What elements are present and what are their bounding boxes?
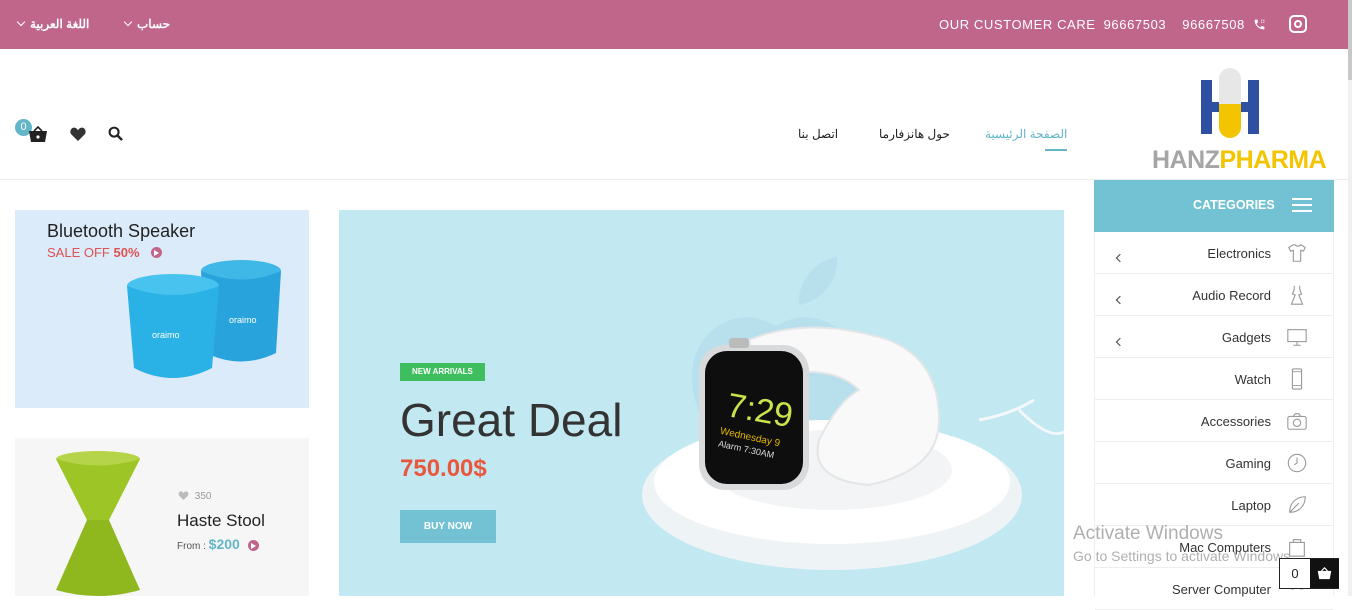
search-icon[interactable]	[108, 126, 123, 141]
category-label: Audio Record	[1192, 288, 1271, 303]
category-gaming[interactable]: Gaming	[1095, 442, 1333, 484]
hamburger-menu-icon[interactable]	[1292, 198, 1312, 212]
language-label: اللغة العربية	[30, 17, 90, 31]
category-label: Accessories	[1200, 414, 1271, 429]
page-scrollbar[interactable]	[1348, 0, 1352, 596]
cart-icon[interactable]	[28, 126, 48, 143]
leaf-icon	[1289, 496, 1306, 513]
chevron-left-icon[interactable]	[1115, 253, 1125, 263]
chevron-down-icon	[123, 17, 133, 27]
category-watch[interactable]: Watch	[1095, 358, 1333, 400]
speaker-brand-text: oraimo	[152, 330, 180, 340]
phone-icon	[1291, 368, 1303, 390]
basket-icon	[1317, 567, 1332, 580]
category-audio-record[interactable]: Audio Record	[1095, 274, 1333, 316]
categories-title: CATEGORIES	[1193, 198, 1275, 212]
clock-icon	[1287, 453, 1307, 473]
account-menu[interactable]: حساب	[123, 17, 171, 31]
camera-icon	[1287, 413, 1307, 430]
product-name: Haste Stool	[177, 511, 265, 530]
logo-wordmark: HANZPHARMA	[1152, 146, 1327, 175]
bluetooth-speaker-banner[interactable]: Bluetooth Speaker SALE OFF 50% oraimo or…	[15, 210, 309, 408]
buy-now-button[interactable]: BUY NOW	[400, 510, 496, 543]
floating-cart-count: 0	[1291, 566, 1299, 581]
chevron-left-icon[interactable]	[1115, 337, 1125, 347]
tshirt-icon	[1288, 243, 1306, 262]
hero-price: 750.00$	[400, 455, 487, 482]
nav-home[interactable]: الصفحة الرئيسية	[985, 127, 1068, 151]
heart-icon	[178, 491, 189, 500]
floating-cart-button[interactable]	[1310, 559, 1339, 588]
language-selector[interactable]: اللغة العربية	[16, 17, 90, 31]
hero-title: Great Deal	[400, 394, 623, 446]
phone-number-1[interactable]: 96667503	[1104, 17, 1167, 32]
logo-part-pharma: PHARMA	[1219, 146, 1327, 174]
nav-about-hanzpharma[interactable]: حول هانزفارما	[879, 127, 950, 141]
phone-number-2[interactable]: 96667508	[1182, 17, 1245, 32]
account-label: حساب	[137, 17, 171, 31]
stool-product-image	[56, 451, 140, 596]
arrow-circle-icon[interactable]	[151, 247, 163, 259]
activate-windows-title: Activate Windows	[1073, 523, 1223, 544]
top-bar: اللغة العربية حساب OUR CUSTOMER CARE 966…	[0, 0, 1348, 49]
hero-slider[interactable]: NEW ARRIVALS Great Deal 750.00$ BUY NOW …	[339, 210, 1064, 596]
likes-count: 350	[178, 491, 211, 502]
product-price: From : $200	[177, 536, 259, 552]
category-laptop[interactable]: Laptop	[1095, 484, 1333, 526]
category-label: Gadgets	[1221, 330, 1271, 345]
speaker-product-image: oraimo oraimo	[127, 260, 281, 378]
logo-part-hanz: HANZ	[1152, 146, 1220, 174]
category-label: Electronics	[1207, 246, 1271, 261]
category-label: Laptop	[1231, 498, 1271, 513]
price-prefix: From :	[177, 541, 206, 552]
category-label: Watch	[1234, 372, 1271, 387]
category-gadgets[interactable]: Gadgets	[1095, 316, 1333, 358]
activate-windows-subtitle: Go to Settings to activate Windows.	[1073, 548, 1294, 564]
likes-value: 350	[194, 491, 212, 502]
banner-title: Bluetooth Speaker	[47, 221, 196, 241]
categories-header[interactable]: CATEGORIES	[1094, 180, 1334, 232]
new-arrivals-tag: NEW ARRIVALS	[400, 363, 485, 381]
category-label: Gaming	[1225, 456, 1271, 471]
arrow-circle-icon[interactable]	[247, 539, 259, 551]
apple-watch-product-image: 7:29 Wednesday 9 Alarm 7:30AM	[642, 326, 1064, 570]
monitor-icon	[1287, 329, 1307, 346]
wishlist-heart-icon[interactable]	[70, 127, 86, 141]
speaker-brand-text: oraimo	[229, 315, 257, 325]
category-accessories[interactable]: Accessories	[1095, 400, 1333, 442]
nav-contact-us[interactable]: اتصل بنا	[798, 127, 838, 141]
chevron-left-icon[interactable]	[1115, 295, 1125, 305]
category-label: Server Computer	[1172, 582, 1271, 597]
customer-care: OUR CUSTOMER CARE 96667503 96667508	[939, 17, 1266, 32]
price-value: $200	[208, 536, 240, 552]
haste-stool-banner[interactable]: 350 Haste Stool From : $200	[15, 438, 309, 596]
category-electronics[interactable]: Electronics	[1095, 232, 1333, 274]
main-header	[0, 50, 1348, 180]
dress-icon	[1290, 285, 1304, 305]
instagram-icon[interactable]	[1289, 15, 1307, 33]
floating-cart[interactable]: 0	[1279, 558, 1339, 589]
customer-care-label: OUR CUSTOMER CARE	[939, 17, 1096, 32]
scrollbar-thumb[interactable]	[1348, 0, 1352, 80]
chevron-down-icon	[16, 17, 26, 27]
sale-label: SALE OFF	[47, 245, 110, 260]
phone-icon	[1254, 19, 1265, 30]
